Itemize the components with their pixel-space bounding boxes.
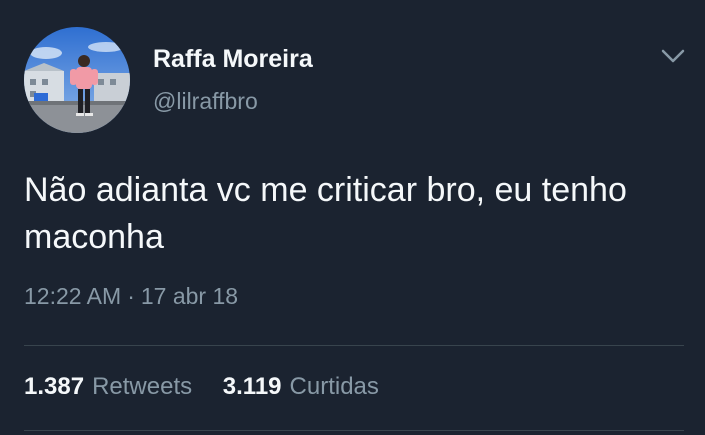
display-name[interactable]: Raffa Moreira <box>153 45 313 74</box>
profile-photo-icon <box>24 27 130 133</box>
likes-stat[interactable]: 3.119 Curtidas <box>223 373 379 401</box>
tweet-time: 12:22 AM <box>24 283 122 309</box>
tweet-text: Não adianta vc me criticar bro, eu tenho… <box>24 171 627 256</box>
divider <box>24 430 684 431</box>
tweet-stats: 1.387 Retweets 3.119 Curtidas <box>24 373 379 401</box>
retweets-stat[interactable]: 1.387 Retweets <box>24 373 192 401</box>
tweet-date: 17 abr 18 <box>140 283 239 309</box>
likes-label: Curtidas <box>289 373 379 400</box>
retweets-label: Retweets <box>92 373 193 400</box>
tweet-timestamp[interactable]: 12:22 AM · 17 abr 18 <box>24 283 238 310</box>
timestamp-separator: · <box>127 283 135 309</box>
chevron-down-icon[interactable] <box>660 46 686 66</box>
tweet-card: Raffa Moreira @lilraffbro Não adianta vc… <box>0 0 705 435</box>
retweets-count: 1.387 <box>24 373 85 400</box>
divider <box>24 345 684 346</box>
likes-count: 3.119 <box>222 373 282 400</box>
user-handle[interactable]: @lilraffbro <box>153 88 258 115</box>
avatar[interactable] <box>24 27 130 133</box>
